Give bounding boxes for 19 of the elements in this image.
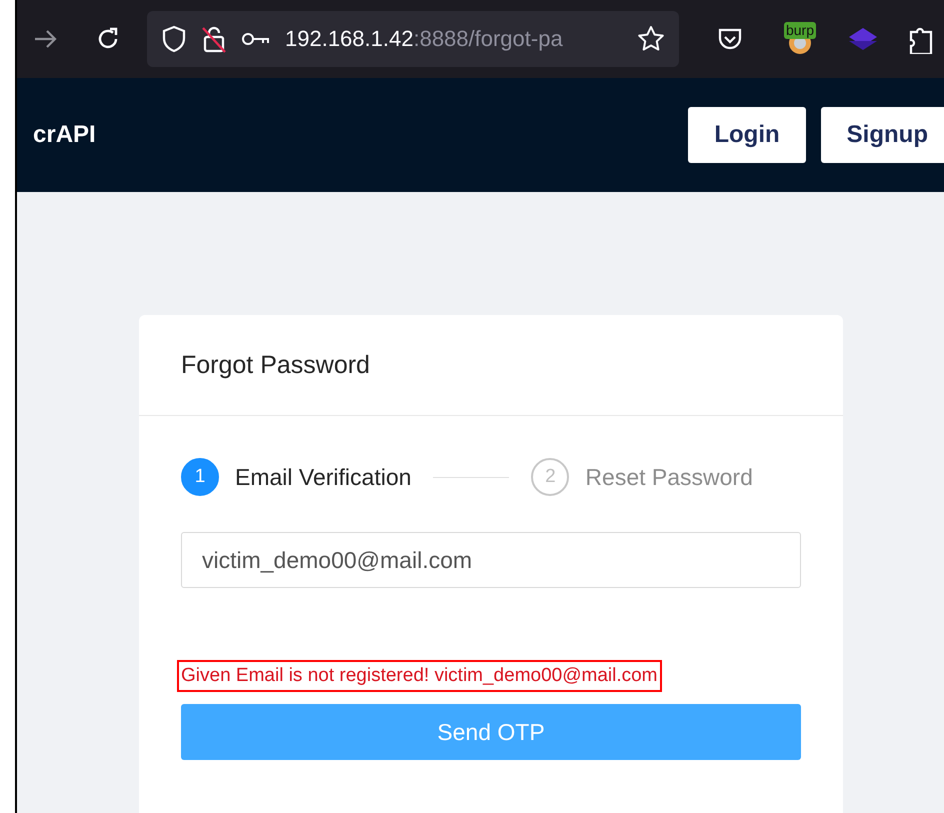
extension-badge: burp bbox=[784, 22, 816, 39]
forward-icon[interactable] bbox=[33, 28, 59, 50]
pocket-icon[interactable] bbox=[717, 27, 743, 51]
email-field[interactable]: victim_demo00@mail.com bbox=[181, 532, 801, 588]
step-label: Email Verification bbox=[235, 464, 412, 490]
brand-logo[interactable]: crAPI bbox=[33, 121, 96, 149]
step-label: Reset Password bbox=[585, 464, 753, 490]
key-icon[interactable] bbox=[241, 31, 271, 47]
step-number: 2 bbox=[531, 458, 570, 496]
url-text[interactable]: 192.168.1.42:8888/forgot-pa bbox=[285, 26, 623, 52]
shield-icon[interactable] bbox=[161, 25, 187, 53]
step-number: 1 bbox=[181, 458, 219, 496]
star-icon[interactable] bbox=[637, 25, 665, 53]
card-title: Forgot Password bbox=[181, 350, 370, 380]
nav-button[interactable]: Login bbox=[688, 107, 806, 163]
address-bar[interactable]: 192.168.1.42:8888/forgot-pa bbox=[147, 11, 679, 67]
lock-icon bbox=[201, 24, 227, 54]
nav-button[interactable]: Signup bbox=[820, 107, 944, 163]
error-message: Given Email is not registered! victim_demo00@mail.com bbox=[177, 660, 662, 692]
